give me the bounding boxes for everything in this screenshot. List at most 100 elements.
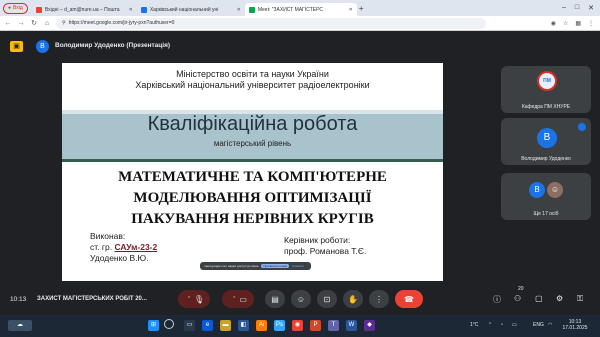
reload-icon[interactable]: ↻ [29,19,39,27]
profile-button[interactable]: ● Вхід [3,2,28,14]
more-participants-label: Ще 17 осіб [533,211,559,217]
close-icon[interactable]: ✕ [129,7,133,13]
tab-mail[interactable]: Вхідні – d_am@nure.ua – Пошта ✕ [32,3,137,16]
executor-block: Виконав: ст. гр. САУм-23-2 Удоденко В.Ю. [90,231,157,264]
chat-icon[interactable]: ▢ [535,294,543,303]
participants-count: 20 [518,286,524,292]
emoji-button[interactable]: ☺ [291,290,311,308]
tab-title: Вхідні – d_am@nure.ua – Пошта [44,6,120,13]
teams-icon[interactable]: T [328,320,339,331]
powerpoint-icon[interactable]: P [310,320,321,331]
microphone-button[interactable]: ⌃ 🎙 [178,290,210,308]
more-participants-tile[interactable]: В ☺ Ще 17 осіб [501,173,591,220]
close-icon[interactable]: ✕ [349,7,353,13]
back-icon[interactable]: ← [3,20,13,27]
forward-icon[interactable]: → [16,20,26,27]
tab-university[interactable]: Харківський національний уні ✕ [137,3,245,16]
executor-name: Удоденко В.Ю. [90,253,149,263]
illustrator-icon[interactable]: Ai [256,320,267,331]
profile-label: Вхід [13,5,23,11]
info-icon[interactable]: ⓘ [493,294,501,305]
divider [62,159,443,162]
folder-icon[interactable]: ▬ [220,320,231,331]
chrome-icon[interactable]: ◉ [292,320,303,331]
maximize-icon[interactable]: □ [575,4,579,12]
speaking-indicator-icon [578,123,586,131]
people-icon[interactable]: ⚇ [514,294,521,303]
thesis-topic: МАТЕМАТИЧНЕ ТА КОМП'ЮТЕРНЕ МОДЕЛЮВАННЯ О… [62,167,443,230]
participant-tile[interactable]: ПМ Кафедра ПМ ХНУРЕ [501,66,591,113]
hand-icon: ✋ [348,294,358,304]
participant-tile[interactable]: В Володимир Удоденко [501,118,591,165]
home-icon[interactable]: ⌂ [42,20,52,27]
camera-button[interactable]: ⌃ ▭ [222,290,254,308]
minimize-icon[interactable]: – [562,4,566,12]
avatar: В [529,182,545,198]
presentation-slide: Міністерство освіти та науки України Хар… [62,63,443,281]
menu-icon[interactable]: ⋮ [588,20,594,27]
meet-shield-icon[interactable]: ▣ [10,41,23,52]
camera-off-icon: ▭ [239,294,247,304]
network-icon[interactable]: ◔ [500,322,503,328]
tray-chevron-icon[interactable]: ⌃ [488,322,492,328]
tab-title: Meet: "ЗАХИСТ МАГІСТЕРС [257,6,324,13]
activities-icon[interactable]: ⚙ [556,294,563,303]
hide-button[interactable]: Сховати [292,264,304,268]
edge-icon[interactable]: e [202,320,213,331]
windows-start-icon[interactable]: ⊞ [148,320,159,331]
clock-date: 17.01.2025 [562,325,588,331]
raise-hand-button[interactable]: ✋ [343,290,363,308]
slide-title: Кваліфікаційна робота [147,113,358,135]
topic-line: ПАКУВАННЯ НЕРІВНИХ КРУГІВ [131,211,374,227]
weather-widget-icon[interactable]: ☁ [8,320,32,331]
university-text: Харківський національний університет рад… [135,80,370,90]
close-icon[interactable]: ✕ [237,7,241,13]
tab-meet[interactable]: Meet: "ЗАХИСТ МАГІСТЕРС ✕ [244,3,357,16]
url-field[interactable]: ⚲ https://meet.google.com/jir-jyry-pxn?a… [56,17,486,29]
topic-line: МОДЕЛЮВАННЯ ОПТИМІЗАЦІЇ [133,190,372,206]
avatar: В [36,40,49,53]
captions-button[interactable]: ▤ [265,290,285,308]
group-name: САУм-23-2 [114,242,158,252]
supervisor-name: проф. Романова Т.Є. [284,246,367,256]
emoji-icon: ☺ [296,294,306,304]
chevron-up-icon[interactable]: ⌃ [187,296,191,302]
battery-icon[interactable]: ▭ [512,322,517,328]
new-tab-button[interactable]: + [359,4,364,13]
more-options-button[interactable]: ⋮ [369,290,389,308]
supervisor-label: Керівник роботи: [284,235,351,245]
end-call-button[interactable]: ☎ [395,290,423,308]
avatar-photo: ☺ [547,182,563,198]
meeting-clock: 10:13 [10,296,27,303]
store-icon[interactable]: ◧ [238,320,249,331]
word-icon[interactable]: W [346,320,357,331]
address-bar: ← → ↻ ⌂ ⚲ https://meet.google.com/jir-jy… [0,16,600,31]
present-button[interactable]: ⊡ [317,290,337,308]
extensions-icon[interactable]: ▦ [575,20,581,27]
captions-icon: ▤ [271,294,279,304]
url-text: https://meet.google.com/jir-jyry-pxn?aut… [68,20,175,26]
chevron-up-icon[interactable]: ⌃ [232,296,236,302]
site-info-icon[interactable]: ⚲ [62,20,66,26]
meet-icon [248,6,255,13]
photoshop-icon[interactable]: Ps [274,320,285,331]
stop-sharing-button[interactable]: Припинити показ [261,264,290,268]
close-window-icon[interactable]: ✕ [588,4,594,12]
share-text: meet.google.com надає доступ до вікна [204,264,259,268]
participant-name: Володимир Удоденко [521,156,571,162]
lock-icon[interactable]: ⚿ [577,294,583,304]
search-icon[interactable] [164,319,174,329]
system-clock[interactable]: 10:13 17.01.2025 [556,319,594,331]
file-explorer-icon[interactable]: ▭ [184,320,195,331]
meeting-title: ЗАХИСТ МАГІСТЕРСЬКИХ РОБІТ 20... [37,296,147,302]
browser-extensions: ◉ ☆ ▦ ⋮ [551,20,600,27]
temperature-text: 1°C [470,322,479,328]
tab-title: Харківський національний уні [149,6,219,13]
record-icon[interactable]: ◉ [551,20,556,27]
star-icon[interactable]: ☆ [563,20,568,27]
vs-icon[interactable]: ◆ [364,320,375,331]
wifi-icon[interactable]: ◠ [548,322,552,328]
language-indicator[interactable]: ENG [533,322,544,328]
presenter-label: Володимир Удоденко (Презентація) [55,42,171,49]
window-controls: – □ ✕ [562,4,600,12]
